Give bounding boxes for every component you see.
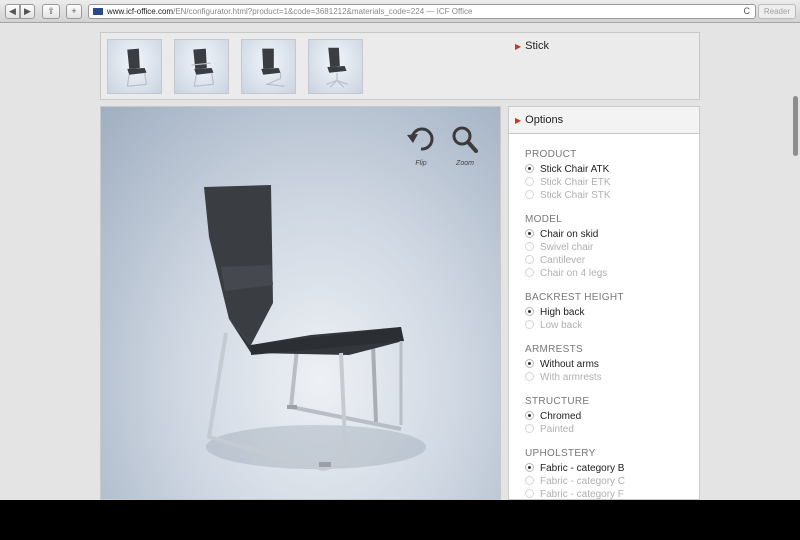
group-title: MODEL xyxy=(525,214,563,225)
option-group-product: PRODUCT Stick Chair ATK Stick Chair ETK … xyxy=(525,149,611,202)
url-path: /EN/configurator.html?product=1&code=368… xyxy=(173,7,425,16)
option-cantilever[interactable]: Cantilever xyxy=(525,254,607,267)
triangle-right-icon: ▶ xyxy=(515,42,522,51)
radio-icon xyxy=(525,242,534,251)
group-title: ARMRESTS xyxy=(525,344,583,355)
chair-thumbnail-icon xyxy=(261,48,285,87)
group-title: PRODUCT xyxy=(525,149,577,160)
radio-icon xyxy=(525,177,534,186)
option-label: Chair on skid xyxy=(540,229,599,240)
url-separator: — xyxy=(424,7,437,16)
radio-selected-icon xyxy=(525,411,534,420)
option-label: Stick Chair STK xyxy=(540,190,611,201)
radio-icon xyxy=(525,268,534,277)
radio-icon xyxy=(525,190,534,199)
options-title: Options xyxy=(525,114,564,126)
option-label: Fabric - category C xyxy=(540,476,626,487)
option-high-back[interactable]: High back xyxy=(525,306,624,319)
radio-selected-icon xyxy=(525,229,534,238)
address-bar[interactable]: www.icf-office.com/EN/configurator.html?… xyxy=(88,4,756,19)
option-stick-chair-etk[interactable]: Stick Chair ETK xyxy=(525,176,611,189)
radio-selected-icon xyxy=(525,164,534,173)
option-group-backrest-height: BACKREST HEIGHT High back Low back xyxy=(525,292,624,332)
chair-thumbnail-icon xyxy=(326,47,348,88)
option-fabric-category-c[interactable]: Fabric - category C xyxy=(525,475,625,488)
url-domain: www.icf-office.com xyxy=(107,7,174,16)
option-label: Chromed xyxy=(540,411,582,422)
product-viewer[interactable]: Flip Zoom xyxy=(100,106,501,500)
thumb-chair-cantilever[interactable] xyxy=(241,39,296,94)
option-label: Stick Chair ETK xyxy=(540,177,611,188)
option-chair-on-skid[interactable]: Chair on skid xyxy=(525,228,607,241)
chair-image xyxy=(204,185,426,472)
product-section-label[interactable]: ▶ Stick xyxy=(515,40,549,52)
option-painted[interactable]: Painted xyxy=(525,423,589,436)
option-label: Painted xyxy=(540,424,574,435)
option-label: High back xyxy=(540,307,585,318)
browser-toolbar: ◀ ▶ ⇪ + www.icf-office.com/EN/configurat… xyxy=(0,0,800,23)
triangle-right-icon: ▶ xyxy=(515,116,522,125)
radio-icon xyxy=(525,424,534,433)
option-with-armrests[interactable]: With armrests xyxy=(525,371,602,384)
option-label: Swivel chair xyxy=(540,242,594,253)
option-label: Low back xyxy=(540,320,583,331)
thumb-chair-skid-armrests[interactable] xyxy=(174,39,229,94)
option-group-upholstery: UPHOLSTERY Fabric - category B Fabric - … xyxy=(525,448,625,500)
option-stick-chair-atk[interactable]: Stick Chair ATK xyxy=(525,163,611,176)
option-group-armrests: ARMRESTS Without arms With armrests xyxy=(525,344,602,384)
product-section-text: Stick xyxy=(525,40,549,52)
option-group-model: MODEL Chair on skid Swivel chair Cantile… xyxy=(525,214,607,280)
option-fabric-category-b[interactable]: Fabric - category B xyxy=(525,462,625,475)
option-label: Fabric - category F xyxy=(540,489,624,500)
radio-selected-icon xyxy=(525,307,534,316)
thumb-chair-skid[interactable] xyxy=(107,39,162,94)
thumb-chair-swivel[interactable] xyxy=(308,39,363,94)
radio-icon xyxy=(525,255,534,264)
option-label: Without arms xyxy=(540,359,599,370)
group-title: BACKREST HEIGHT xyxy=(525,292,624,303)
option-label: Fabric - category B xyxy=(540,463,625,474)
chair-thumbnail-icon xyxy=(126,48,148,87)
browser-window: ◀ ▶ ⇪ + www.icf-office.com/EN/configurat… xyxy=(0,0,800,500)
reader-button[interactable]: Reader xyxy=(758,4,796,19)
radio-icon xyxy=(525,476,534,485)
radio-selected-icon xyxy=(525,359,534,368)
options-panel: ▶ Options PRODUCT Stick Chair ATK Stick C… xyxy=(508,106,700,500)
forward-button[interactable]: ▶ xyxy=(20,4,35,19)
option-group-structure: STRUCTURE Chromed Painted xyxy=(525,396,589,436)
option-stick-chair-stk[interactable]: Stick Chair STK xyxy=(525,189,611,202)
radio-selected-icon xyxy=(525,463,534,472)
option-label: With armrests xyxy=(540,372,602,383)
option-label: Chair on 4 legs xyxy=(540,268,608,279)
group-title: STRUCTURE xyxy=(525,396,590,407)
option-label: Cantilever xyxy=(540,255,586,266)
radio-icon xyxy=(525,320,534,329)
back-button[interactable]: ◀ xyxy=(5,4,20,19)
option-chromed[interactable]: Chromed xyxy=(525,410,589,423)
thumbnail-strip: ▶ Stick xyxy=(100,32,700,100)
option-swivel-chair[interactable]: Swivel chair xyxy=(525,241,607,254)
radio-icon xyxy=(525,372,534,381)
option-fabric-category-f[interactable]: Fabric - category F xyxy=(525,488,625,500)
page-title: ICF Office xyxy=(436,7,473,16)
options-header[interactable]: ▶ Options xyxy=(509,107,699,134)
radio-icon xyxy=(525,489,534,498)
new-tab-button[interactable]: + xyxy=(66,4,82,19)
option-chair-on-4-legs[interactable]: Chair on 4 legs xyxy=(525,267,607,280)
option-without-arms[interactable]: Without arms xyxy=(525,358,602,371)
reload-icon[interactable]: C xyxy=(744,5,751,18)
option-low-back[interactable]: Low back xyxy=(525,319,624,332)
page-scrollbar[interactable] xyxy=(793,96,798,156)
group-title: UPHOLSTERY xyxy=(525,448,596,459)
favicon-icon xyxy=(93,8,103,15)
share-button[interactable]: ⇪ xyxy=(42,4,60,19)
option-label: Stick Chair ATK xyxy=(540,164,610,175)
chair-thumbnail-icon xyxy=(191,48,215,87)
